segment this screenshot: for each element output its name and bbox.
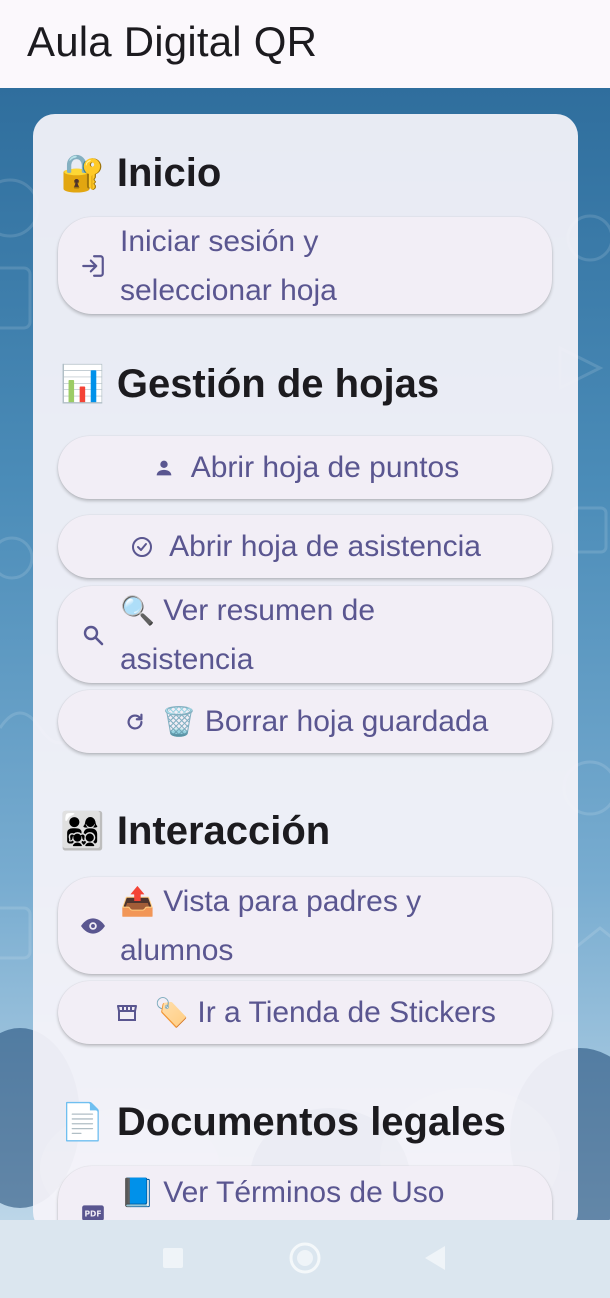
open-points-sheet-label: Abrir hoja de puntos bbox=[190, 451, 460, 484]
refresh-icon bbox=[122, 709, 148, 735]
parents-view-button[interactable]: 📤 Vista para padres y alumnos bbox=[58, 877, 552, 974]
login-button-label-1: Iniciar sesión y bbox=[120, 224, 319, 258]
family-icon: 👨‍👩‍👧‍👦 bbox=[60, 811, 105, 852]
search-icon bbox=[80, 622, 106, 648]
section-inicio-title: 🔐 Inicio bbox=[60, 148, 221, 198]
check-circle-icon bbox=[129, 534, 155, 560]
nav-bar-shapes bbox=[163, 1242, 445, 1274]
sticker-store-button[interactable]: 🏷️ Ir a Tienda de Stickers bbox=[58, 981, 552, 1044]
blue-book-emoji-icon: 📘 bbox=[120, 1176, 155, 1209]
app-title: Aula Digital QR bbox=[27, 18, 318, 65]
svg-text:PDF: PDF bbox=[84, 1209, 101, 1218]
section-legales-title: 📄 Documentos legales bbox=[60, 1097, 506, 1147]
section-gestion-title: 📊 Gestión de hojas bbox=[60, 359, 439, 409]
section-interaccion-title: 👨‍👩‍👧‍👦 Interacción bbox=[60, 806, 330, 856]
app-bar: Aula Digital QR bbox=[0, 0, 610, 88]
delete-saved-sheet-button[interactable]: 🗑️ Borrar hoja guardada bbox=[58, 690, 552, 753]
open-attendance-sheet-label: Abrir hoja de asistencia bbox=[169, 530, 481, 563]
person-icon bbox=[151, 455, 177, 481]
section-legales-label: Documentos legales bbox=[116, 1099, 506, 1144]
login-button-label-2: seleccionar hoja bbox=[120, 273, 337, 307]
sticker-store-label: Ir a Tienda de Stickers bbox=[197, 996, 496, 1029]
section-inicio-label: Inicio bbox=[116, 150, 222, 195]
label-tag-emoji-icon: 🏷️ bbox=[154, 996, 190, 1029]
lock-key-icon: 🔐 bbox=[60, 153, 105, 194]
parents-view-label-2: alumnos bbox=[120, 933, 234, 967]
system-nav-bar bbox=[0, 1220, 610, 1298]
login-icon bbox=[80, 253, 106, 279]
recent-apps-icon bbox=[163, 1248, 183, 1268]
store-icon bbox=[114, 1000, 140, 1026]
attendance-summary-button[interactable]: 🔍 Ver resumen de asistencia bbox=[58, 586, 552, 683]
attendance-summary-label-2: asistencia bbox=[120, 642, 254, 676]
terms-of-use-label: Ver Términos de Uso bbox=[163, 1176, 445, 1209]
document-icon: 📄 bbox=[60, 1102, 105, 1143]
attendance-summary-label-1: Ver resumen de bbox=[163, 593, 376, 627]
bar-chart-icon: 📊 bbox=[60, 364, 105, 405]
open-attendance-sheet-button[interactable]: Abrir hoja de asistencia bbox=[58, 515, 552, 578]
delete-saved-sheet-label: Borrar hoja guardada bbox=[204, 705, 489, 738]
eye-icon bbox=[80, 913, 106, 939]
open-points-sheet-button[interactable]: Abrir hoja de puntos bbox=[58, 436, 552, 499]
trash-emoji-icon: 🗑️ bbox=[161, 705, 197, 738]
parents-view-label-1: Vista para padres y bbox=[163, 884, 422, 918]
magnifier-emoji-icon: 🔍 bbox=[120, 593, 155, 627]
section-interaccion-label: Interacción bbox=[116, 808, 331, 853]
back-icon bbox=[425, 1246, 445, 1270]
outbox-emoji-icon: 📤 bbox=[120, 884, 155, 918]
login-button[interactable]: Iniciar sesión y seleccionar hoja bbox=[58, 217, 552, 314]
section-gestion-label: Gestión de hojas bbox=[116, 361, 440, 406]
